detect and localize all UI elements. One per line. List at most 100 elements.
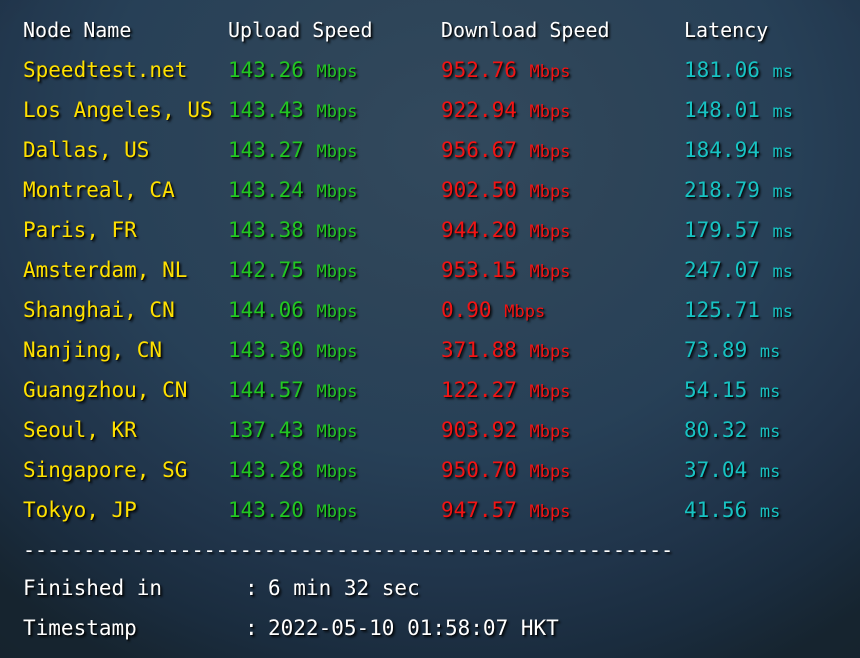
cell-latency-value: 184.94 <box>684 138 760 162</box>
upload-unit: Mbps <box>316 462 358 482</box>
cell-latency-value: 148.01 <box>684 98 760 122</box>
cell-upload-speed: 144.57 Mbps <box>228 370 357 412</box>
summary-row-timestamp: Timestamp : 2022-05-10 01:58:07 HKT <box>0 608 860 648</box>
cell-latency: 218.79 ms <box>684 170 793 212</box>
cell-node-name-value: Nanjing, CN <box>23 338 163 362</box>
cell-upload-speed-value: 144.57 <box>228 378 304 402</box>
cell-latency: 179.57 ms <box>684 210 793 252</box>
cell-node-name: Dallas, US <box>23 130 149 170</box>
download-unit: Mbps <box>529 462 571 482</box>
cell-download-speed: 922.94 Mbps <box>441 90 570 132</box>
latency-unit: ms <box>759 422 781 442</box>
latency-unit: ms <box>759 502 781 522</box>
download-unit: Mbps <box>529 102 571 122</box>
cell-download-speed-value: 952.76 <box>441 58 517 82</box>
cell-upload-speed-value: 143.28 <box>228 458 304 482</box>
summary-label-finished-in: Finished in <box>23 576 163 600</box>
cell-upload-speed-value: 143.30 <box>228 338 304 362</box>
cell-node-name-value: Paris, FR <box>23 218 137 242</box>
download-unit: Mbps <box>529 422 571 442</box>
cell-latency: 247.07 ms <box>684 250 793 292</box>
cell-upload-speed-value: 143.20 <box>228 498 304 522</box>
cell-node-name-value: Dallas, US <box>23 138 150 162</box>
cell-node-name-value: Amsterdam, NL <box>23 258 188 282</box>
cell-node-name: Shanghai, CN <box>23 290 175 330</box>
cell-latency: 125.71 ms <box>684 290 793 332</box>
cell-download-speed-value: 371.88 <box>441 338 517 362</box>
table-row: Los Angeles, US 143.43 Mbps 922.94 Mbps 148… <box>0 90 860 130</box>
download-unit: Mbps <box>529 62 571 82</box>
cell-upload-speed: 143.24 Mbps <box>228 170 357 212</box>
cell-node-name-value: Tokyo, JP <box>23 498 137 522</box>
summary-label-timestamp: Timestamp <box>23 616 137 640</box>
latency-unit: ms <box>759 382 781 402</box>
cell-node-name: Seoul, KR <box>23 410 137 450</box>
cell-upload-speed: 142.75 Mbps <box>228 250 357 292</box>
cell-download-speed: 122.27 Mbps <box>441 370 570 412</box>
cell-download-speed: 903.92 Mbps <box>441 410 570 452</box>
table-row: Amsterdam, NL 142.75 Mbps 953.15 Mbps 247.0… <box>0 250 860 290</box>
cell-upload-speed: 143.38 Mbps <box>228 210 357 252</box>
column-header-upload-speed: Upload Speed <box>228 18 373 42</box>
download-unit: Mbps <box>529 262 571 282</box>
speedtest-result-screen: Node Name Upload Speed Download Speed La… <box>0 0 860 658</box>
cell-download-speed-value: 953.15 <box>441 258 517 282</box>
cell-upload-speed: 143.26 Mbps <box>228 50 357 92</box>
cell-node-name-value: Guangzhou, CN <box>23 378 188 402</box>
cell-node-name: Paris, FR <box>23 210 137 250</box>
table-row: Singapore, SG 143.28 Mbps 950.70 Mbps 37.04… <box>0 450 860 490</box>
cell-download-speed: 371.88 Mbps <box>441 330 570 372</box>
cell-latency: 148.01 ms <box>684 90 793 132</box>
cell-download-speed: 952.76 Mbps <box>441 50 570 92</box>
cell-upload-speed: 143.43 Mbps <box>228 90 357 132</box>
cell-latency: 80.32 ms <box>684 410 780 452</box>
cell-upload-speed: 137.43 Mbps <box>228 410 357 452</box>
cell-upload-speed-value: 143.38 <box>228 218 304 242</box>
column-header-latency: Latency <box>684 18 769 42</box>
table-row: Paris, FR 143.38 Mbps 944.20 Mbps 179.57 ms <box>0 210 860 250</box>
summary-section: Finished in : 6 min 32 sec Timestamp : 2… <box>0 568 860 648</box>
table-row: Dallas, US 143.27 Mbps 956.67 Mbps 184.94 m… <box>0 130 860 170</box>
cell-latency: 37.04 ms <box>684 450 780 492</box>
upload-unit: Mbps <box>316 342 358 362</box>
latency-unit: ms <box>772 262 793 282</box>
cell-upload-speed-value: 137.43 <box>228 418 304 442</box>
cell-latency: 181.06 ms <box>684 50 793 92</box>
latency-unit: ms <box>772 182 793 202</box>
cell-upload-speed-value: 143.43 <box>228 98 304 122</box>
upload-unit: Mbps <box>316 102 358 122</box>
table-row: Speedtest.net 143.26 Mbps 952.76 Mbps 181.0… <box>0 50 860 90</box>
cell-download-speed-value: 947.57 <box>441 498 517 522</box>
latency-unit: ms <box>772 222 793 242</box>
summary-row-finished-in: Finished in : 6 min 32 sec <box>0 568 860 608</box>
summary-value-timestamp: 2022-05-10 01:58:07 HKT <box>268 616 559 640</box>
summary-colon-finished-in: : <box>245 576 258 600</box>
cell-download-speed-value: 0.90 <box>441 298 492 322</box>
cell-upload-speed: 143.27 Mbps <box>228 130 357 172</box>
cell-upload-speed-value: 143.27 <box>228 138 304 162</box>
table-body: Speedtest.net 143.26 Mbps 952.76 Mbps 181.0… <box>0 50 860 530</box>
download-unit: Mbps <box>529 182 571 202</box>
cell-upload-speed: 143.28 Mbps <box>228 450 357 492</box>
cell-node-name-value: Speedtest.net <box>23 58 188 82</box>
cell-download-speed: 950.70 Mbps <box>441 450 570 492</box>
cell-download-speed: 902.50 Mbps <box>441 170 570 212</box>
upload-unit: Mbps <box>316 182 358 202</box>
cell-download-speed-value: 950.70 <box>441 458 517 482</box>
cell-latency-value: 80.32 <box>684 418 748 442</box>
cell-download-speed: 0.90 Mbps <box>441 290 545 332</box>
cell-latency-value: 37.04 <box>684 458 748 482</box>
cell-download-speed-value: 122.27 <box>441 378 517 402</box>
cell-download-speed: 956.67 Mbps <box>441 130 570 172</box>
cell-node-name: Montreal, CA <box>23 170 175 210</box>
cell-download-speed: 953.15 Mbps <box>441 250 570 292</box>
cell-download-speed-value: 922.94 <box>441 98 517 122</box>
cell-node-name: Los Angeles, US <box>23 90 213 130</box>
cell-latency: 54.15 ms <box>684 370 780 412</box>
results-table: Node Name Upload Speed Download Speed La… <box>0 0 860 530</box>
cell-node-name: Amsterdam, NL <box>23 250 187 290</box>
cell-latency-value: 125.71 <box>684 298 760 322</box>
cell-upload-speed: 144.06 Mbps <box>228 290 357 332</box>
cell-upload-speed-value: 143.26 <box>228 58 304 82</box>
summary-colon-timestamp: : <box>245 616 258 640</box>
